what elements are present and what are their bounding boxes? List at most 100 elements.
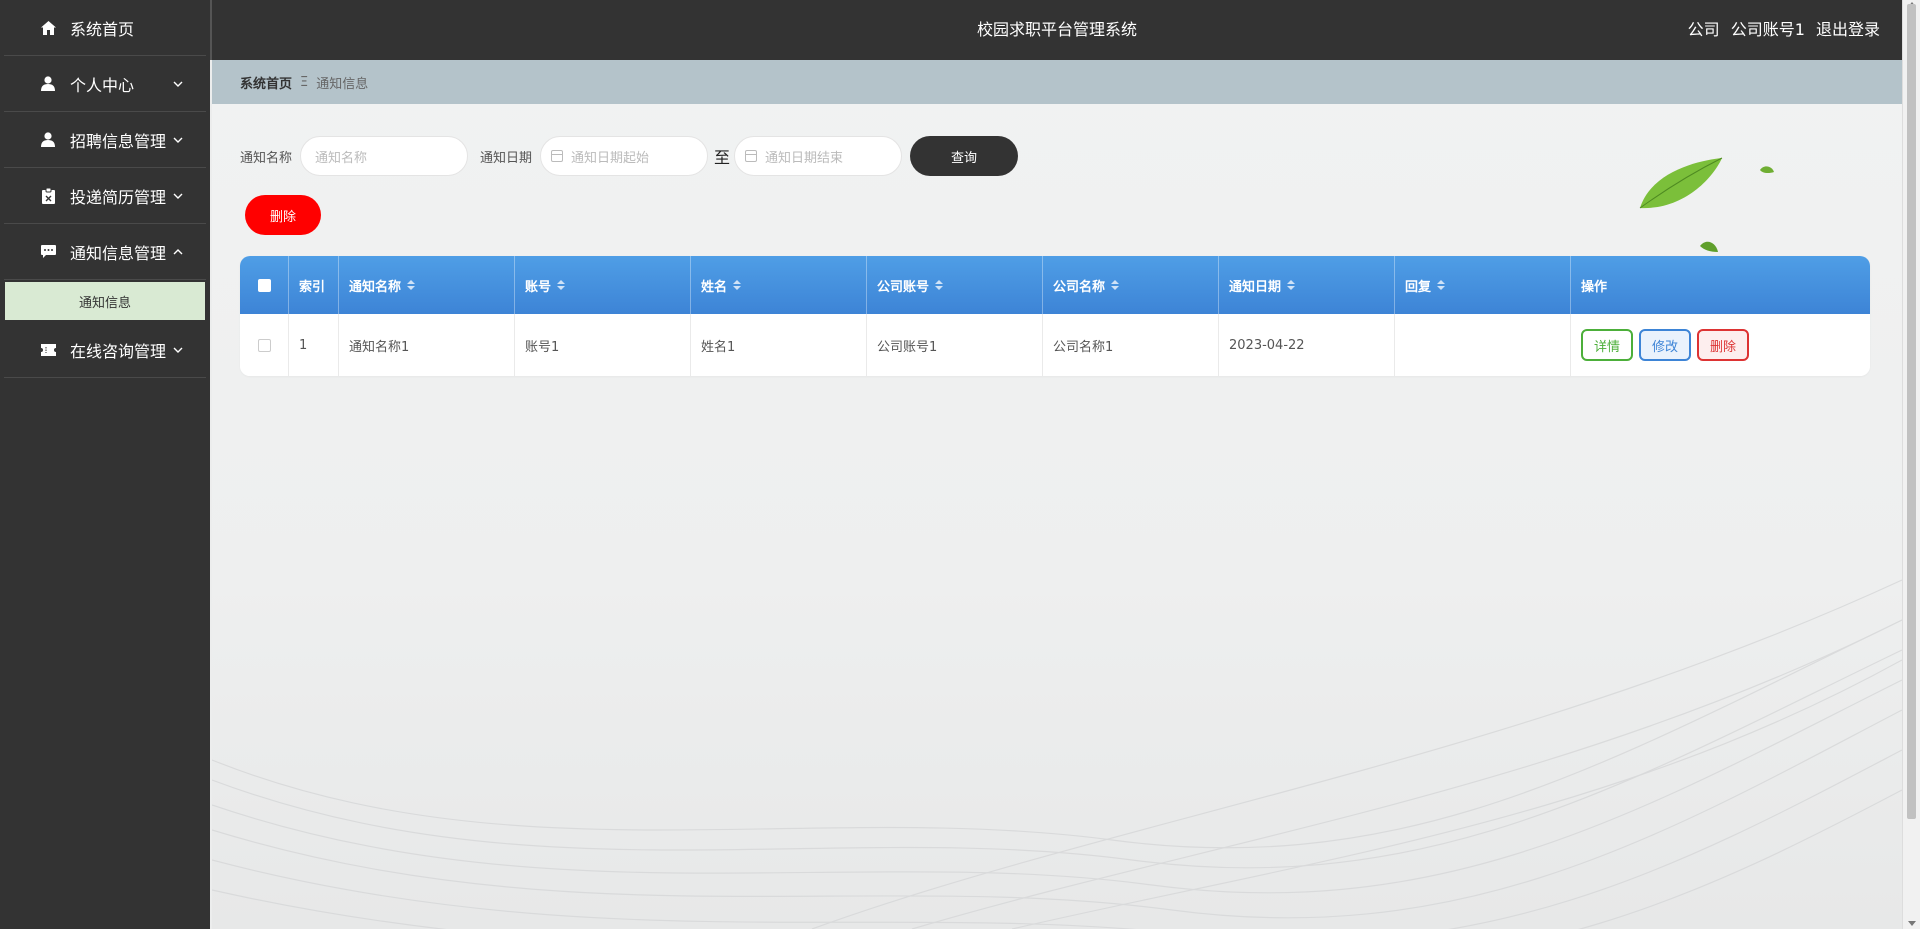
search-form: 通知名称 通知名称 通知日期 通知日期起始 至 通知日期结束 查询 — [240, 135, 1019, 177]
row-checkbox-cell — [240, 314, 289, 376]
cell-account: 账号1 — [515, 314, 691, 376]
sidebar-item-label: 招聘信息管理 — [70, 131, 167, 151]
table-header: 索引 通知名称 账号 姓名 公司账号 公司名称 通知日期 回复 操作 — [240, 256, 1870, 314]
sidebar-item-notice[interactable]: 通知信息管理 — [4, 224, 206, 280]
chat-icon — [40, 244, 56, 260]
user-info: 公司 公司账号1 退出登录 — [1682, 0, 1880, 60]
sidebar-item-home[interactable]: 系统首页 — [4, 0, 206, 56]
cell-notice-date: 2023-04-22 — [1219, 314, 1395, 376]
edit-button[interactable]: 修改 — [1639, 329, 1691, 361]
user-role: 公司 — [1687, 20, 1720, 39]
cell-index: 1 — [289, 314, 339, 376]
user-icon — [40, 132, 56, 148]
date-start-placeholder: 通知日期起始 — [571, 150, 650, 166]
chevron-down-icon — [173, 137, 183, 143]
sidebar-item-resume[interactable]: 投递简历管理 — [4, 168, 206, 224]
user-account: 公司账号1 — [1730, 20, 1805, 39]
breadcrumb-separator: Ξ — [300, 74, 309, 90]
calendar-icon — [551, 150, 564, 162]
date-end-placeholder: 通知日期结束 — [765, 150, 844, 166]
leaf-decoration — [1639, 157, 1774, 252]
column-header-name[interactable]: 姓名 — [691, 256, 867, 314]
column-header-reply[interactable]: 回复 — [1395, 256, 1571, 314]
sidebar-item-label: 在线咨询管理 — [70, 341, 167, 361]
column-label: 公司名称 — [1053, 279, 1106, 295]
table-row: 1 通知名称1 账号1 姓名1 公司账号1 公司名称1 2023-04-22 详… — [240, 314, 1870, 376]
cell-reply — [1395, 314, 1571, 376]
breadcrumb-current: 通知信息 — [316, 76, 369, 92]
detail-button[interactable]: 详情 — [1581, 329, 1633, 361]
scroll-down-arrow-icon[interactable] — [1908, 921, 1916, 926]
sidebar-subitem-notice-info[interactable]: 通知信息 — [5, 282, 205, 320]
chevron-up-icon — [173, 248, 183, 254]
notice-table: 索引 通知名称 账号 姓名 公司账号 公司名称 通知日期 回复 操作 1 通知名… — [240, 256, 1870, 376]
sidebar-subitem-label: 通知信息 — [78, 295, 131, 311]
sort-icon[interactable] — [935, 280, 944, 290]
sidebar: 系统首页 个人中心 招聘信息管理 投递简历管理 通知信息管理 通知信息 在线咨询… — [0, 0, 210, 929]
column-label: 回复 — [1405, 279, 1432, 295]
column-label: 姓名 — [701, 279, 728, 295]
column-header-actions: 操作 — [1571, 256, 1870, 314]
notice-date-label: 通知日期 — [480, 150, 533, 166]
column-label: 索引 — [299, 279, 326, 295]
row-delete-button[interactable]: 删除 — [1697, 329, 1749, 361]
column-label: 公司账号 — [877, 279, 930, 295]
sidebar-item-personal-center[interactable]: 个人中心 — [4, 56, 206, 112]
batch-delete-button[interactable]: 删除 — [245, 195, 321, 235]
query-button[interactable]: 查询 — [910, 136, 1019, 176]
app-title: 校园求职平台管理系统 — [976, 20, 1137, 39]
logout-button[interactable]: 退出登录 — [1816, 20, 1880, 39]
sort-icon[interactable] — [1287, 280, 1296, 290]
chevron-down-icon — [173, 81, 183, 87]
column-label: 账号 — [525, 279, 552, 295]
cell-company-account: 公司账号1 — [867, 314, 1043, 376]
column-label: 操作 — [1581, 279, 1608, 295]
notice-name-label: 通知名称 — [240, 150, 293, 166]
select-all-checkbox[interactable] — [257, 278, 271, 292]
cell-actions: 详情 修改 删除 — [1571, 314, 1870, 376]
header-checkbox-cell — [240, 256, 289, 314]
sidebar-item-recruitment[interactable]: 招聘信息管理 — [4, 112, 206, 168]
column-header-account[interactable]: 账号 — [515, 256, 691, 314]
clipboard-icon — [40, 187, 56, 204]
ticket-icon — [40, 342, 56, 358]
sort-icon[interactable] — [1111, 280, 1120, 290]
home-icon — [40, 20, 56, 36]
sort-icon[interactable] — [557, 280, 566, 290]
scrollbar-thumb[interactable] — [1907, 4, 1916, 819]
date-start-input[interactable]: 通知日期起始 — [540, 136, 709, 176]
sidebar-item-label: 系统首页 — [70, 19, 135, 39]
column-header-company-account[interactable]: 公司账号 — [867, 256, 1043, 314]
sort-icon[interactable] — [407, 280, 416, 290]
date-range-separator: 至 — [714, 148, 731, 167]
calendar-icon — [745, 150, 758, 162]
chevron-down-icon — [173, 193, 183, 199]
sort-icon[interactable] — [1437, 280, 1446, 290]
vertical-scrollbar[interactable] — [1902, 0, 1920, 929]
column-header-notice-name[interactable]: 通知名称 — [339, 256, 515, 314]
sidebar-item-label: 个人中心 — [70, 75, 135, 95]
column-label: 通知日期 — [1229, 279, 1282, 295]
column-header-company-name[interactable]: 公司名称 — [1043, 256, 1219, 314]
main-content: 系统首页 Ξ 通知信息 通知名称 通知名称 通知日期 通知日期起始 至 通知日期… — [212, 60, 1902, 929]
sort-icon[interactable] — [733, 280, 742, 290]
background-decoration — [212, 157, 1902, 929]
column-header-index: 索引 — [289, 256, 339, 314]
top-bar: 校园求职平台管理系统 公司 公司账号1 退出登录 — [212, 0, 1902, 60]
notice-name-input[interactable]: 通知名称 — [300, 136, 469, 176]
sidebar-item-label: 投递简历管理 — [70, 187, 167, 207]
sidebar-item-consult[interactable]: 在线咨询管理 — [4, 322, 206, 378]
column-header-notice-date[interactable]: 通知日期 — [1219, 256, 1395, 314]
row-checkbox[interactable] — [257, 338, 271, 352]
breadcrumb-home[interactable]: 系统首页 — [240, 73, 292, 92]
breadcrumb: 系统首页 Ξ 通知信息 — [212, 60, 1902, 104]
notice-name-placeholder: 通知名称 — [315, 150, 368, 166]
cell-notice-name: 通知名称1 — [339, 314, 515, 376]
cell-name: 姓名1 — [691, 314, 867, 376]
date-end-input[interactable]: 通知日期结束 — [734, 136, 903, 176]
cell-company-name: 公司名称1 — [1043, 314, 1219, 376]
user-icon — [40, 76, 56, 92]
chevron-down-icon — [173, 347, 183, 353]
column-label: 通知名称 — [349, 279, 402, 295]
sidebar-item-label: 通知信息管理 — [70, 243, 167, 263]
